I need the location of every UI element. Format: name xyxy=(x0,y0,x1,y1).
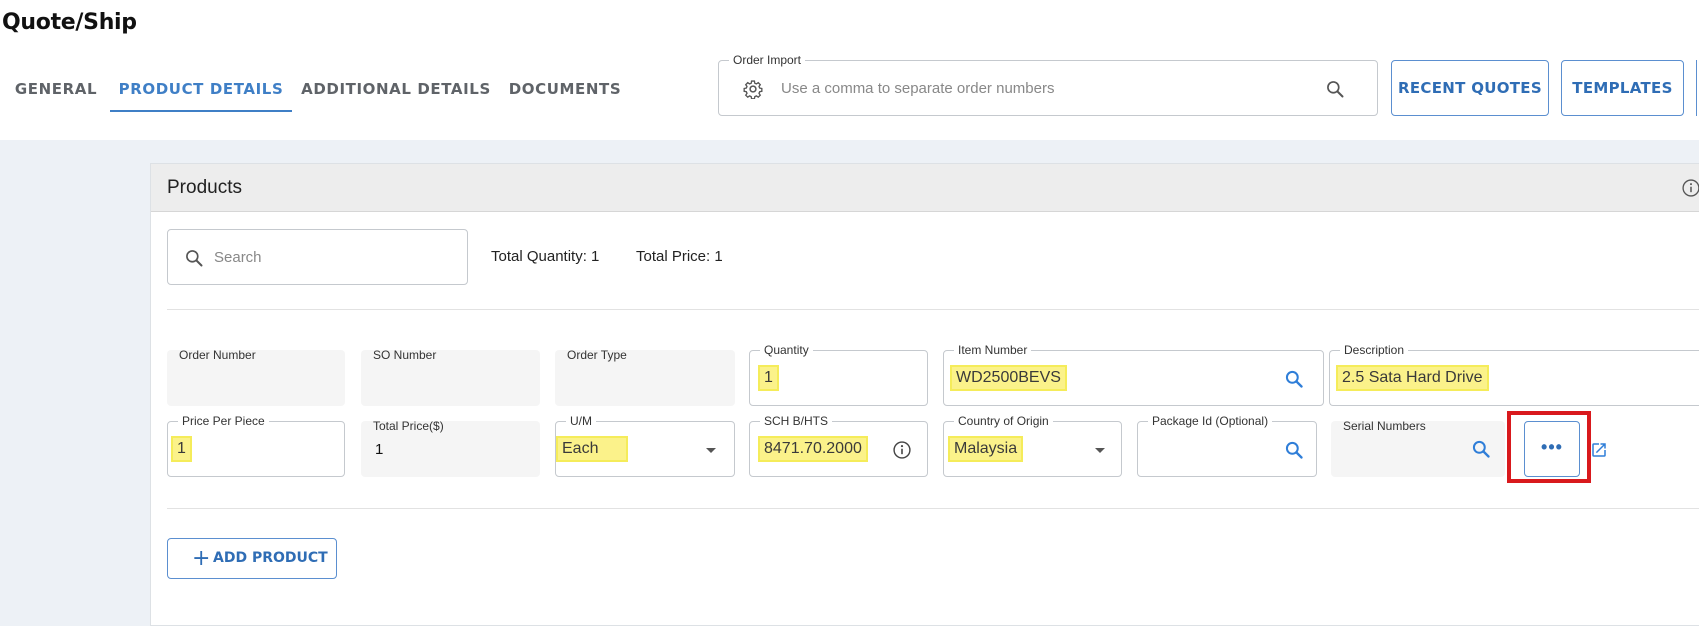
tab-additional-details[interactable]: ADDITIONAL DETAILS xyxy=(298,68,494,112)
search-icon xyxy=(186,250,203,267)
serial-numbers-label: Serial Numbers xyxy=(1343,419,1426,433)
add-product-button[interactable]: + ADD PRODUCT xyxy=(167,538,337,579)
description-label: Description xyxy=(1340,343,1409,357)
sch-hts-label: SCH B/HTS xyxy=(760,414,833,428)
item-number-field[interactable]: Item Number WD2500BEVS xyxy=(943,343,1324,406)
products-title: Products xyxy=(167,177,242,198)
product-search-input[interactable]: Search xyxy=(167,229,468,285)
so-number-field: SO Number xyxy=(361,348,540,406)
price-per-piece-label: Price Per Piece xyxy=(178,414,269,428)
total-quantity: Total Quantity: 1 xyxy=(491,248,600,265)
page-title: Quote/Ship xyxy=(2,10,137,35)
templates-button[interactable]: TEMPLATES xyxy=(1561,60,1684,116)
divider xyxy=(167,309,1699,310)
tab-documents[interactable]: DOCUMENTS xyxy=(502,68,628,112)
total-price-field: Total Price($) 1 xyxy=(361,419,540,477)
sch-hts-field[interactable]: SCH B/HTS 8471.70.2000 xyxy=(749,414,928,477)
quantity-field[interactable]: Quantity 1 xyxy=(749,343,928,406)
plus-icon: + xyxy=(192,546,211,571)
serial-numbers-field[interactable]: Serial Numbers xyxy=(1331,419,1505,477)
so-number-label: SO Number xyxy=(373,348,437,362)
tab-general[interactable]: GENERAL xyxy=(8,68,104,112)
total-price-label: Total Price($) xyxy=(373,419,444,433)
search-icon[interactable] xyxy=(1325,79,1345,99)
serial-search-icon[interactable] xyxy=(1471,439,1491,459)
um-select[interactable]: U/M Each xyxy=(555,414,735,477)
products-header: Products xyxy=(151,164,1699,212)
sch-hts-value[interactable]: 8471.70.2000 xyxy=(758,436,868,462)
price-per-piece-value[interactable]: 1 xyxy=(171,436,192,462)
chevron-down-icon[interactable] xyxy=(706,448,716,453)
chevron-down-icon[interactable] xyxy=(1095,448,1105,453)
quantity-label: Quantity xyxy=(760,343,813,357)
price-per-piece-field[interactable]: Price Per Piece 1 xyxy=(167,414,345,477)
country-of-origin-select[interactable]: Country of Origin Malaysia xyxy=(943,414,1122,477)
item-number-value[interactable]: WD2500BEVS xyxy=(950,365,1067,391)
open-in-new-icon[interactable] xyxy=(1590,441,1608,459)
description-field[interactable]: Description 2.5 Sata Hard Drive xyxy=(1329,343,1699,406)
order-import-field[interactable]: Order Import Use a comma to separate ord… xyxy=(718,53,1378,116)
package-search-icon[interactable] xyxy=(1284,440,1304,460)
highlight-annotation-box xyxy=(1507,411,1591,483)
add-product-label: ADD PRODUCT xyxy=(213,550,328,566)
total-price-value: 1 xyxy=(375,441,384,458)
order-type-label: Order Type xyxy=(567,348,627,362)
package-id-field[interactable]: Package Id (Optional) xyxy=(1137,414,1317,477)
gear-icon[interactable] xyxy=(743,79,763,99)
country-of-origin-label: Country of Origin xyxy=(954,414,1053,428)
order-import-input[interactable]: Use a comma to separate order numbers xyxy=(781,80,1054,97)
order-type-field: Order Type xyxy=(555,348,735,406)
order-import-label: Order Import xyxy=(729,53,806,67)
recent-quotes-button[interactable]: RECENT QUOTES xyxy=(1391,60,1549,116)
um-value[interactable]: Each xyxy=(556,436,629,462)
quantity-value[interactable]: 1 xyxy=(758,365,779,391)
package-id-label: Package Id (Optional) xyxy=(1148,414,1273,428)
description-value[interactable]: 2.5 Sata Hard Drive xyxy=(1336,365,1489,391)
info-icon[interactable] xyxy=(1681,178,1699,198)
products-panel: Products Search Total Quantity: 1 Total … xyxy=(150,163,1699,626)
order-number-field: Order Number xyxy=(167,348,345,406)
search-placeholder: Search xyxy=(214,249,262,266)
tab-product-details[interactable]: PRODUCT DETAILS xyxy=(110,68,292,112)
top-bar: Quote/Ship GENERAL PRODUCT DETAILS ADDIT… xyxy=(0,0,1699,140)
info-icon[interactable] xyxy=(892,440,912,460)
item-search-icon[interactable] xyxy=(1284,369,1304,389)
country-of-origin-value[interactable]: Malaysia xyxy=(948,436,1024,462)
divider xyxy=(167,508,1699,509)
item-number-label: Item Number xyxy=(954,343,1032,357)
total-price: Total Price: 1 xyxy=(636,248,723,265)
order-number-label: Order Number xyxy=(179,348,256,362)
um-label: U/M xyxy=(566,414,596,428)
